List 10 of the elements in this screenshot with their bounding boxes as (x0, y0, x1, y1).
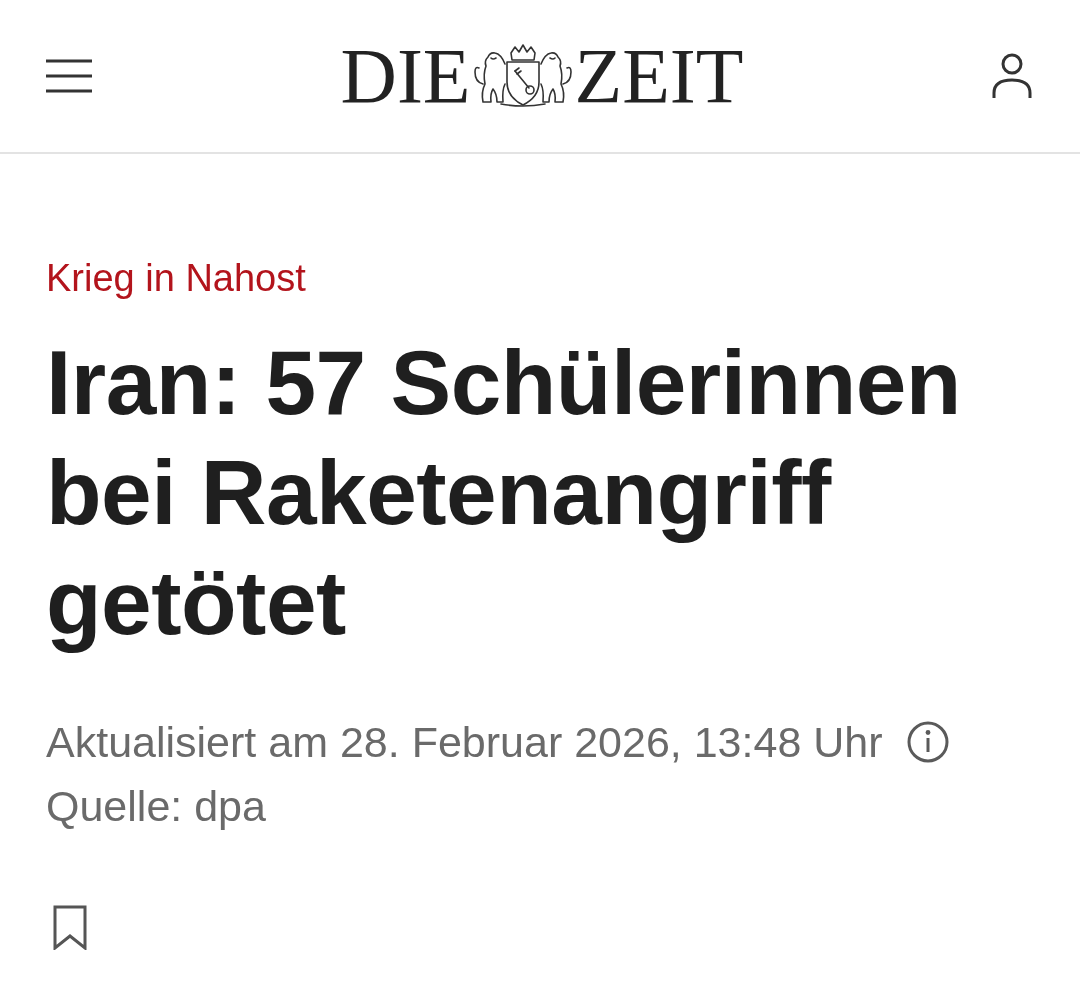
logo-wordmark[interactable]: ZEIT (574, 37, 744, 115)
kicker-link[interactable]: Krieg in Nahost (46, 256, 306, 302)
info-icon[interactable] (906, 720, 949, 763)
updated-timestamp: Aktualisiert am 28. Februar 2026, 13:48 Uhr (46, 716, 883, 768)
source-line: Quelle: dpa (46, 780, 267, 832)
logo-wordmark[interactable]: DIE (340, 37, 471, 115)
menu-icon[interactable] (46, 59, 92, 93)
user-icon[interactable] (992, 53, 1032, 99)
headline: Iran: 57 Schülerinnen bei Raketenangriff getötet (46, 330, 962, 655)
bookmark-icon[interactable] (53, 904, 87, 950)
